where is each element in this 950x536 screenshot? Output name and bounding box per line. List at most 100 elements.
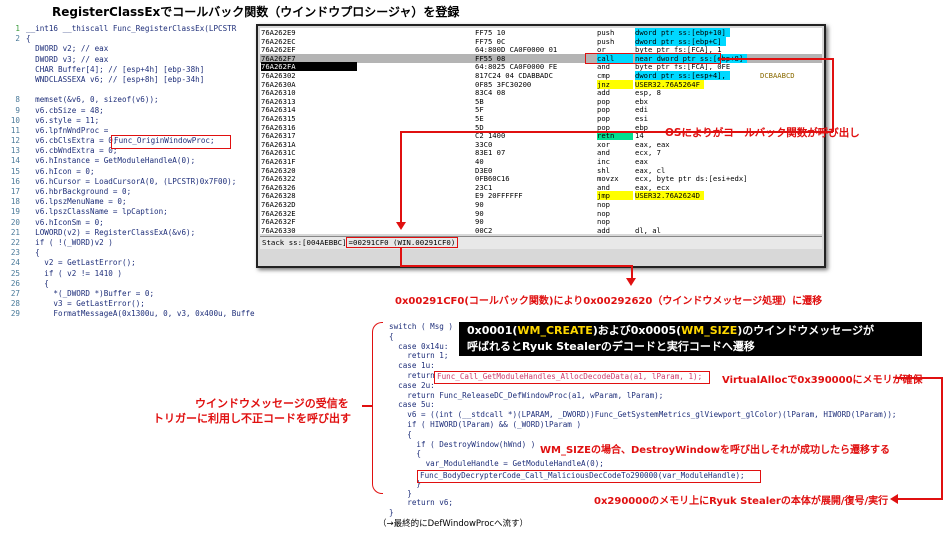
line-number: 14 bbox=[10, 156, 20, 166]
page-title: RegisterClassExでコールバック関数（ウインドウプロシージャ）を登録 bbox=[52, 5, 460, 19]
source-text: v3 = GetLastError(); bbox=[26, 299, 145, 309]
source-text: v6.cbSize = 48; bbox=[26, 105, 104, 115]
expand-note: 0x290000のメモリ上にRyuk Stealerの本体が展開/復号/実行 bbox=[594, 496, 889, 507]
line-number: 19 bbox=[10, 207, 20, 217]
call-connector-v bbox=[832, 58, 834, 132]
source-line: WNDCLASSEXA v6; // [esp+8h] [ebp-34h] bbox=[0, 75, 255, 85]
call-row-highlight bbox=[585, 53, 721, 64]
line-number: 10 bbox=[10, 115, 20, 125]
source-line: 16 v6.hCursor = LoadCursorA(0, (LPCSTR)0… bbox=[0, 177, 255, 187]
line-number: 23 bbox=[10, 248, 20, 258]
code-line: switch ( Msg ) bbox=[389, 322, 454, 331]
line-number: 25 bbox=[10, 268, 20, 278]
trigger-note-line2: トリガーに利用し不正コードを呼び出す bbox=[153, 412, 351, 425]
call-connector-down bbox=[400, 131, 402, 224]
source-text: { bbox=[26, 248, 40, 258]
source-line: CHAR Buffer[4]; // [esp+4h] [ebp-38h] bbox=[0, 65, 255, 75]
line-number: 17 bbox=[10, 187, 20, 196]
source-text: v6.hCursor = LoadCursorA(0, (LPCSTR)0x7F… bbox=[26, 176, 237, 186]
line-number: 12 bbox=[10, 136, 20, 146]
line-number: 22 bbox=[10, 237, 20, 247]
source-line: 29 FormatMessageA(0x1300u, 0, v3, 0x400u… bbox=[0, 309, 255, 319]
source-line: 22 if ( !(_WORD)v2 ) bbox=[0, 238, 255, 248]
source-line: 23 { bbox=[0, 248, 255, 258]
switch-bracket bbox=[372, 322, 383, 494]
code-line: } bbox=[389, 488, 412, 498]
source-line: 27 *(_DWORD *)Buffer = 0; bbox=[0, 289, 255, 299]
line-number: 11 bbox=[10, 125, 20, 135]
source-text: v2 = GetLastError(); bbox=[26, 258, 136, 268]
line-number: 26 bbox=[10, 278, 20, 288]
arrow-down-icon bbox=[626, 278, 636, 286]
code-line: return Func_ReleaseDC_DefWindowProc(a1, … bbox=[389, 390, 664, 400]
source-line: 9 v6.cbSize = 48; bbox=[0, 106, 255, 116]
source-text: WNDCLASSEXA v6; // [esp+8h] [ebp-34h] bbox=[26, 74, 205, 84]
source-text: memset(&v6, 0, sizeof(v6)); bbox=[26, 95, 159, 105]
source-text: v6.hIconSm = 0; bbox=[26, 217, 104, 227]
line-number: 15 bbox=[10, 166, 20, 176]
trigger-connector bbox=[362, 405, 372, 407]
virtualalloc-note: VirtualAllocで0x390000にメモリが確保 bbox=[722, 375, 923, 386]
virtualalloc-connector bbox=[895, 377, 942, 379]
stack-prefix: Stack ss:[004AEBBC] bbox=[262, 238, 347, 247]
source-text: v6.cbWndExtra = 0; bbox=[26, 146, 118, 156]
line-number: 24 bbox=[10, 258, 20, 268]
source-line: 14 v6.hInstance = GetModuleHandleA(0); bbox=[0, 156, 255, 166]
line-number: 8 bbox=[15, 95, 20, 105]
source-text: v6.lpszClassName = lpCaption; bbox=[26, 207, 168, 217]
stack-value: =00291CF0 (WIN.00291CF0) bbox=[345, 237, 459, 248]
trigger-note-line1: ウインドウメッセージの受信を bbox=[195, 397, 349, 410]
source-line: DWORD v3; // eax bbox=[0, 55, 255, 65]
line-number: 28 bbox=[10, 299, 20, 309]
source-line: 20 v6.hIconSm = 0; bbox=[0, 218, 255, 228]
stack-info-bar: Stack ss:[004AEBBC] =00291CF0 (WIN.00291C… bbox=[260, 236, 822, 249]
stack-connector-v2 bbox=[631, 265, 633, 279]
line-number: 2 bbox=[15, 34, 20, 44]
line-number: 27 bbox=[10, 288, 20, 298]
code-line: case 5u: bbox=[389, 400, 435, 410]
source-text: v6.hInstance = GetModuleHandleA(0); bbox=[26, 156, 196, 166]
arrow-down-icon bbox=[396, 222, 406, 230]
line-number: 20 bbox=[10, 217, 20, 227]
source-text: FormatMessageA(0x1300u, 0, v3, 0x400u, B… bbox=[53, 309, 255, 319]
source-line: 28 v3 = GetLastError(); bbox=[0, 299, 255, 309]
code-line: return 1; bbox=[389, 351, 449, 361]
virtualalloc-connector-v bbox=[941, 377, 943, 499]
arrow-left-icon bbox=[890, 494, 898, 504]
transition-note: 0x00291CF0(コールバック関数)により0x00292620（ウインドウメ… bbox=[395, 296, 823, 307]
stack-connector-v bbox=[400, 247, 402, 265]
line-number: 1 bbox=[15, 24, 20, 33]
wm-size-note: WM_SIZEの場合、DestroyWindowを呼び出しそれが成功したら遷移す… bbox=[540, 445, 890, 456]
line-number: 18 bbox=[10, 197, 20, 207]
source-text: v6.hbrBackground = 0; bbox=[26, 187, 132, 196]
code-line: case 0x14u: bbox=[389, 341, 449, 351]
call-connector-h bbox=[719, 58, 833, 60]
source-text: if ( !(_WORD)v2 ) bbox=[26, 237, 113, 247]
source-line: DWORD v2; // eax bbox=[0, 44, 255, 54]
code-line: if ( DestroyWindow(hWnd) ) bbox=[389, 439, 536, 449]
line-number: 29 bbox=[10, 309, 20, 319]
source-text: v6.cbClsExtra = 0; bbox=[26, 136, 118, 146]
disasm-row[interactable]: 76A26330 00C2 add dl, al bbox=[260, 226, 822, 234]
source-line: 17 v6.hbrBackground = 0; bbox=[0, 187, 255, 197]
source-text: DWORD v2; // eax bbox=[26, 44, 109, 54]
code-line: { bbox=[389, 449, 422, 459]
code-line: case 1u: bbox=[389, 361, 435, 371]
source-text: v6.lpfnWndProc = bbox=[26, 125, 109, 135]
decrypt-call-text: Func_BodyDecrypterCode_Call_MaliciousDec… bbox=[420, 471, 745, 480]
source-line: 26 { bbox=[0, 279, 255, 289]
source-line: 19 v6.lpszClassName = lpCaption; bbox=[0, 207, 255, 217]
source-line bbox=[0, 85, 255, 95]
disasm-mnemonic: add bbox=[597, 225, 610, 234]
source-line: 2{ bbox=[0, 34, 255, 44]
stack-connector-h bbox=[400, 265, 632, 267]
source-text: v6.lpszMenuName = 0; bbox=[26, 197, 127, 207]
line-number: 21 bbox=[10, 227, 20, 237]
code-line: if ( HIWORD(lParam) && (_WORD)lParam ) bbox=[389, 420, 582, 429]
source-line: 24 v2 = GetLastError(); bbox=[0, 258, 255, 268]
source-text: __int16 __thiscall Func_RegisterClassEx(… bbox=[26, 24, 237, 33]
source-line: 10 v6.style = 11; bbox=[0, 116, 255, 126]
disasm-bytes: 00C2 bbox=[475, 225, 493, 234]
code-line: { bbox=[389, 331, 394, 341]
code-line: case 2u: bbox=[389, 380, 435, 390]
